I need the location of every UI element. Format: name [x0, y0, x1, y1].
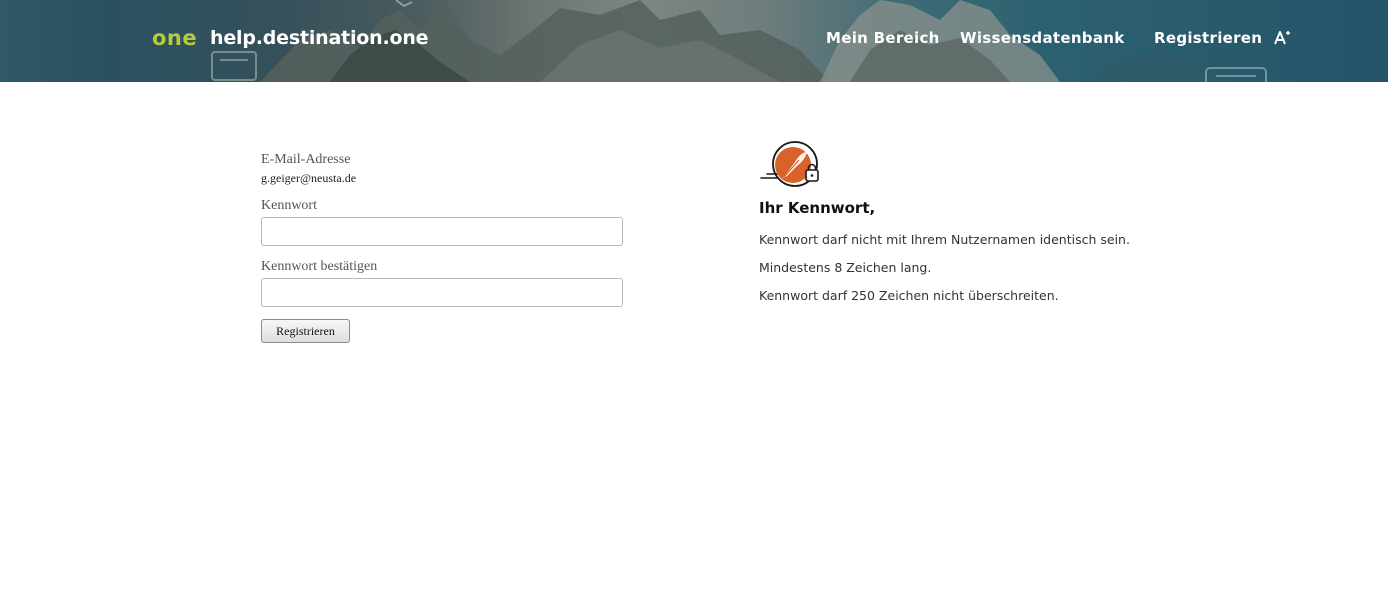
nav-link-registrieren[interactable]: Registrieren: [1154, 29, 1262, 47]
password-confirm-label: Kennwort bestätigen: [261, 259, 378, 274]
nav-link-wissensdatenbank[interactable]: Wissensdatenbank: [960, 29, 1125, 47]
font-size-icon[interactable]: [1273, 29, 1291, 47]
password-confirm-field[interactable]: [261, 278, 623, 307]
password-label: Kennwort: [261, 198, 317, 213]
brand-logo[interactable]: one: [152, 26, 197, 50]
password-lock-icon: [760, 141, 819, 187]
password-rule: Kennwort darf nicht mit Ihrem Nutzername…: [759, 232, 1130, 247]
email-value: g.geiger@neusta.de: [261, 171, 357, 185]
site-header: one help.destination.one Mein Bereich Wi…: [0, 0, 1388, 82]
info-heading: Ihr Kennwort,: [759, 199, 876, 217]
email-label: E-Mail-Adresse: [261, 152, 351, 167]
password-rule: Mindestens 8 Zeichen lang.: [759, 260, 932, 275]
password-field[interactable]: [261, 217, 623, 246]
site-title[interactable]: help.destination.one: [210, 27, 429, 49]
register-button[interactable]: Registrieren: [261, 319, 350, 343]
password-rule: Kennwort darf 250 Zeichen nicht überschr…: [759, 288, 1059, 303]
nav-link-mein-bereich[interactable]: Mein Bereich: [826, 29, 940, 47]
